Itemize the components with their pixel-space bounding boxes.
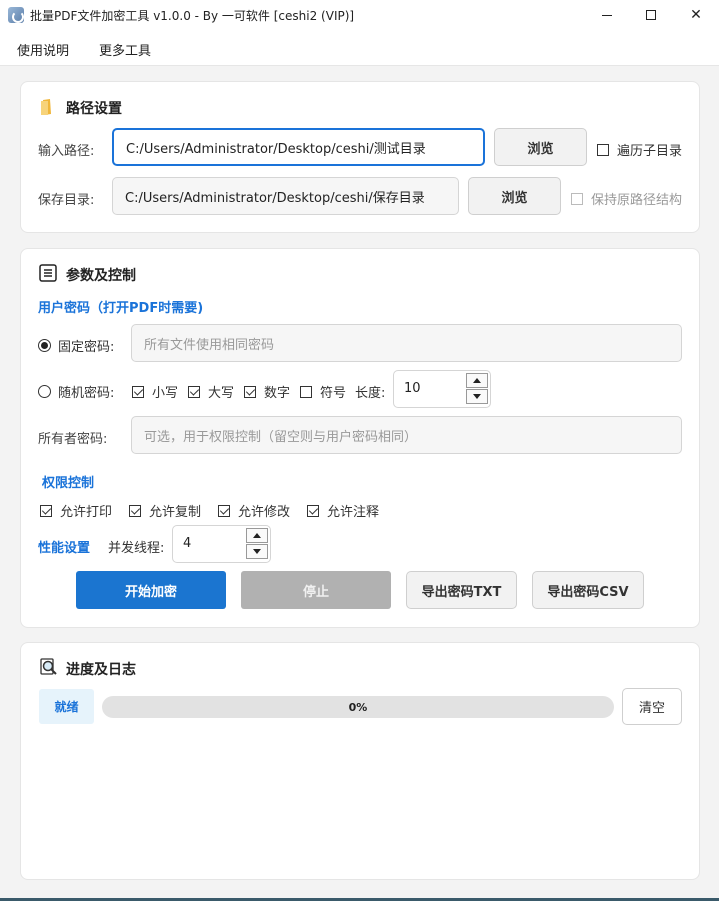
- close-icon: ✕: [690, 7, 702, 23]
- allow-annotate-checkbox[interactable]: 允许注释: [307, 501, 379, 520]
- input-path-label: 输入路径:: [38, 144, 95, 159]
- length-down-button[interactable]: [466, 389, 488, 404]
- allow-modify-box: [218, 504, 230, 517]
- random-password-label: 随机密码:: [58, 386, 115, 401]
- allow-print-label: 允许打印: [60, 505, 113, 520]
- keep-structure-box: [571, 192, 583, 205]
- length-up-button[interactable]: [466, 373, 488, 388]
- allow-modify-checkbox[interactable]: 允许修改: [218, 501, 290, 520]
- arrow-up-icon: [253, 533, 261, 538]
- symbols-label: 符号: [320, 386, 347, 401]
- digits-label: 数字: [264, 386, 291, 401]
- log-title: 进度及日志: [66, 662, 136, 678]
- keep-structure-label: 保持原路径结构: [591, 193, 683, 208]
- performance-heading: 性能设置: [38, 541, 91, 556]
- uppercase-checkbox[interactable]: 大写: [188, 382, 234, 401]
- maximize-icon: [646, 10, 656, 20]
- symbols-box: [300, 385, 312, 398]
- maximize-button[interactable]: [628, 0, 674, 30]
- save-dir-label: 保存目录:: [38, 193, 95, 208]
- path-settings-title: 路径设置: [66, 101, 122, 117]
- digits-checkbox[interactable]: 数字: [244, 382, 290, 401]
- lowercase-checkbox[interactable]: 小写: [132, 382, 178, 401]
- digits-box: [244, 385, 256, 398]
- allow-annotate-box: [307, 504, 319, 517]
- lowercase-box: [132, 385, 144, 398]
- start-encrypt-button[interactable]: 开始加密: [76, 571, 226, 609]
- keep-structure-checkbox[interactable]: 保持原路径结构: [571, 189, 682, 208]
- allow-copy-box: [129, 504, 141, 517]
- random-password-radio[interactable]: 随机密码:: [38, 382, 114, 401]
- recurse-subdirs-checkbox[interactable]: 遍历子目录: [597, 140, 682, 159]
- recurse-label: 遍历子目录: [617, 144, 683, 159]
- arrow-down-icon: [253, 549, 261, 554]
- threads-label: 并发线程:: [108, 541, 165, 556]
- owner-password-label: 所有者密码:: [38, 432, 108, 447]
- permission-heading: 权限控制: [42, 476, 95, 491]
- minimize-icon: [602, 14, 612, 16]
- path-settings-card: 路径设置 输入路径: C:/Users/Administrator/Deskto…: [20, 81, 700, 233]
- threads-down-button[interactable]: [246, 544, 268, 559]
- recurse-checkbox-box: [597, 143, 609, 156]
- export-csv-button[interactable]: 导出密码CSV: [532, 571, 644, 609]
- progress-text: 0%: [348, 700, 368, 714]
- threads-spinbox[interactable]: 4: [172, 525, 271, 563]
- allow-modify-label: 允许修改: [238, 505, 291, 520]
- window-title: 批量PDF文件加密工具 v1.0.0 - By 一可软件 [ceshi2 (VI…: [30, 9, 355, 23]
- owner-password-input[interactable]: 可选，用于权限控制（留空则与用户密码相同）: [131, 416, 682, 454]
- magnifier-document-icon: [40, 658, 57, 675]
- fixed-password-label: 固定密码:: [58, 340, 115, 355]
- symbols-checkbox[interactable]: 符号: [300, 382, 346, 401]
- uppercase-label: 大写: [208, 386, 235, 401]
- save-dir-field[interactable]: C:/Users/Administrator/Desktop/ceshi/保存目…: [112, 177, 459, 215]
- log-area[interactable]: [39, 735, 682, 865]
- allow-print-checkbox[interactable]: 允许打印: [40, 501, 112, 520]
- menu-item-more-tools[interactable]: 更多工具: [99, 40, 151, 59]
- status-badge: 就绪: [39, 689, 94, 724]
- params-title: 参数及控制: [66, 268, 136, 284]
- allow-print-box: [40, 504, 52, 517]
- close-button[interactable]: ✕: [673, 0, 719, 30]
- owner-password-placeholder: 可选，用于权限控制（留空则与用户密码相同）: [144, 429, 418, 445]
- export-txt-button[interactable]: 导出密码TXT: [406, 571, 517, 609]
- input-path-value: C:/Users/Administrator/Desktop/ceshi/测试目…: [126, 141, 426, 157]
- menu-bar: 使用说明 更多工具: [0, 30, 719, 66]
- list-icon: [39, 264, 57, 282]
- save-browse-button[interactable]: 浏览: [468, 177, 561, 215]
- allow-annotate-label: 允许注释: [327, 505, 380, 520]
- fixed-password-radio[interactable]: 固定密码:: [38, 336, 114, 355]
- allow-copy-label: 允许复制: [149, 505, 202, 520]
- threads-up-button[interactable]: [246, 528, 268, 543]
- allow-copy-checkbox[interactable]: 允许复制: [129, 501, 201, 520]
- menu-item-help[interactable]: 使用说明: [17, 40, 69, 59]
- title-bar: 批量PDF文件加密工具 v1.0.0 - By 一可软件 [ceshi2 (VI…: [0, 0, 719, 30]
- arrow-up-icon: [473, 378, 481, 383]
- fixed-password-placeholder: 所有文件使用相同密码: [144, 337, 275, 353]
- app-icon: [8, 7, 24, 23]
- length-label: 长度:: [355, 386, 386, 401]
- input-path-field[interactable]: C:/Users/Administrator/Desktop/ceshi/测试目…: [112, 128, 485, 166]
- stop-button[interactable]: 停止: [241, 571, 391, 609]
- user-password-heading: 用户密码（打开PDF时需要): [38, 301, 204, 316]
- threads-value: 4: [183, 536, 192, 551]
- log-card: 进度及日志 就绪 0% 清空: [20, 642, 700, 880]
- length-spinbox[interactable]: 10: [393, 370, 491, 408]
- uppercase-box: [188, 385, 200, 398]
- arrow-down-icon: [473, 394, 481, 399]
- input-browse-button[interactable]: 浏览: [494, 128, 587, 166]
- minimize-button[interactable]: [584, 0, 630, 30]
- length-value: 10: [404, 381, 421, 396]
- save-dir-value: C:/Users/Administrator/Desktop/ceshi/保存目…: [125, 190, 425, 206]
- progress-bar: 0%: [102, 696, 614, 718]
- lowercase-label: 小写: [152, 386, 179, 401]
- params-card: 参数及控制 用户密码（打开PDF时需要) 固定密码: 所有文件使用相同密码 随机…: [20, 248, 700, 628]
- clear-log-button[interactable]: 清空: [622, 688, 682, 725]
- folder-icon: [41, 99, 51, 115]
- fixed-password-input[interactable]: 所有文件使用相同密码: [131, 324, 682, 362]
- fixed-password-radio-dot: [38, 339, 51, 352]
- random-password-radio-dot: [38, 385, 51, 398]
